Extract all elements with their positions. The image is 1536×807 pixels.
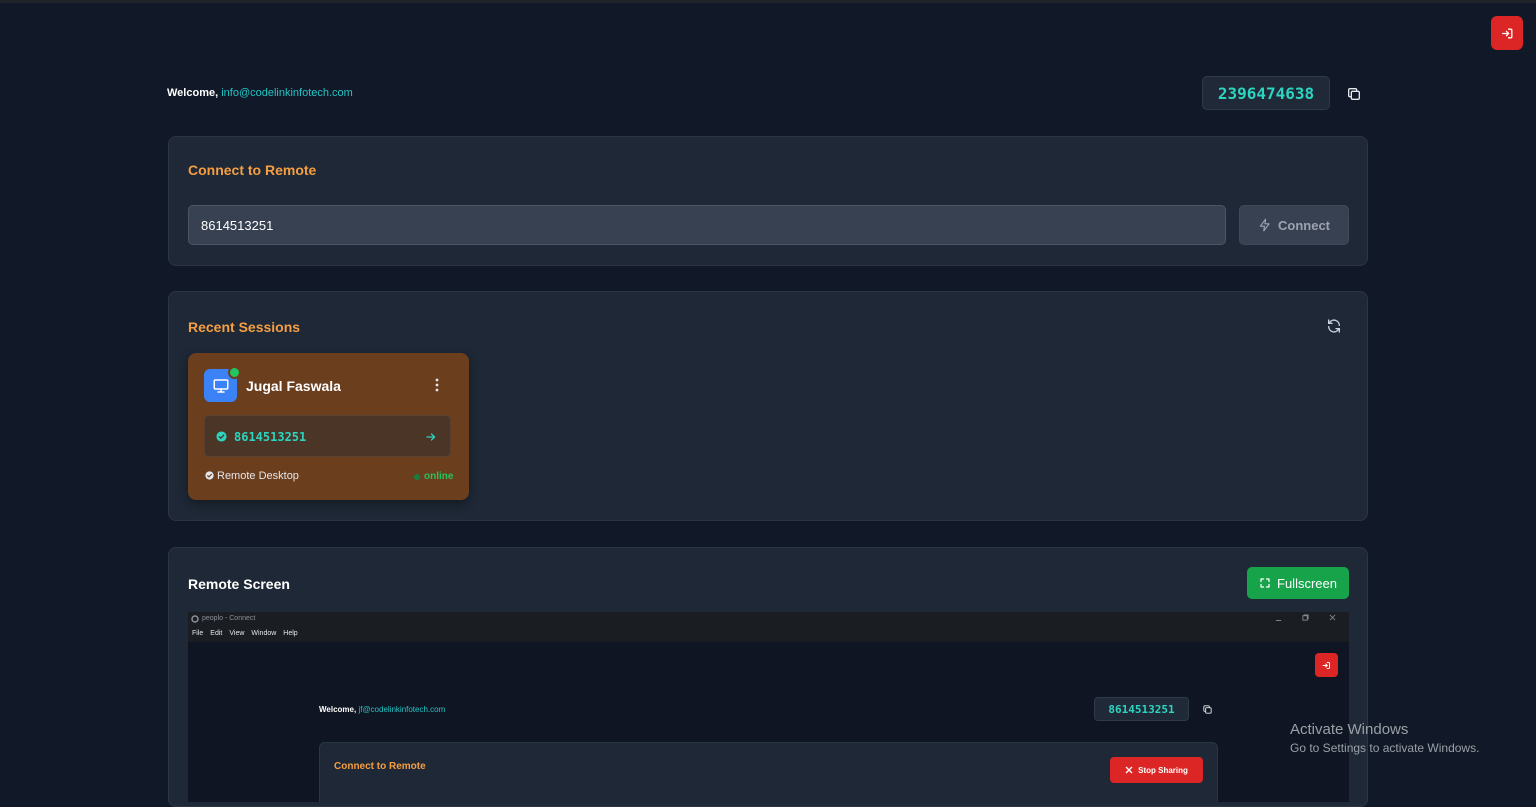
arrow-right-icon[interactable] xyxy=(425,431,437,443)
session-id: 8614513251 xyxy=(234,430,307,444)
remote-screen-title: Remote Screen xyxy=(188,576,290,592)
restore-icon xyxy=(1302,614,1309,621)
logout-icon xyxy=(1501,28,1512,38)
zap-icon xyxy=(1259,218,1270,232)
remote-menu-window: Window xyxy=(251,630,277,637)
session-card[interactable]: Jugal Faswala 8614513251 Remote Desktop … xyxy=(188,353,469,500)
fullscreen-label: Fullscreen xyxy=(1277,575,1337,591)
logout-button[interactable] xyxy=(1491,16,1523,50)
recent-sessions-card: Recent Sessions Jugal Faswala 8614513251… xyxy=(168,291,1368,521)
remote-menu-edit: Edit xyxy=(210,630,223,637)
remote-menu-file: File xyxy=(192,630,204,637)
session-type: Remote Desktop xyxy=(217,470,299,482)
remote-screen-view[interactable]: peoplo - Connect File Edit View Window H… xyxy=(188,612,1349,802)
connect-title: Connect to Remote xyxy=(188,162,317,178)
session-id-row[interactable]: 8614513251 xyxy=(204,415,451,457)
remote-logout-button xyxy=(1315,653,1338,677)
x-icon xyxy=(1125,766,1133,774)
app-icon xyxy=(191,615,199,623)
remote-connect-card: Connect to Remote xyxy=(319,742,1218,802)
stop-sharing-button: Stop Sharing xyxy=(1110,757,1203,783)
maximize-icon xyxy=(1260,578,1270,588)
connect-card: Connect to Remote Connect xyxy=(168,136,1368,266)
watermark-line-1: Activate Windows xyxy=(1290,721,1409,738)
remote-menu-help: Help xyxy=(283,630,298,637)
stop-sharing-label: Stop Sharing xyxy=(1138,765,1188,775)
remote-screen-card: Remote Screen Fullscreen peoplo - Connec… xyxy=(168,547,1368,807)
remote-window-title: peoplo - Connect xyxy=(202,615,256,622)
watermark-line-2: Go to Settings to activate Windows. xyxy=(1290,741,1480,755)
close-icon xyxy=(1329,614,1336,621)
session-name: Jugal Faswala xyxy=(246,378,341,394)
activate-windows-watermark: Activate Windows Go to Settings to activ… xyxy=(1290,721,1479,755)
copy-icon[interactable] xyxy=(1346,86,1362,102)
check-circle-icon xyxy=(205,471,214,480)
remote-menu-bar: File Edit View Window Help xyxy=(192,630,298,637)
remote-user-email: jf@codelinkinfotech.com xyxy=(358,705,446,714)
check-circle-icon xyxy=(216,431,227,442)
refresh-icon[interactable] xyxy=(1326,318,1342,334)
welcome-message: Welcome, info@codelinkinfotech.com xyxy=(167,87,353,99)
connect-button[interactable]: Connect xyxy=(1239,205,1349,245)
copy-icon xyxy=(1203,705,1212,714)
remote-window-titlebar: peoplo - Connect File Edit View Window H… xyxy=(188,612,1349,642)
online-status-dot xyxy=(228,366,241,379)
top-border xyxy=(0,0,1536,3)
remote-connect-title: Connect to Remote xyxy=(334,761,426,772)
logout-icon xyxy=(1322,661,1330,669)
session-status: online xyxy=(424,471,454,482)
connect-button-label: Connect xyxy=(1278,217,1330,233)
remote-id-input[interactable] xyxy=(188,205,1226,245)
remote-my-id: 8614513251 xyxy=(1094,697,1189,721)
monitor-icon xyxy=(213,378,228,393)
fullscreen-button[interactable]: Fullscreen xyxy=(1247,567,1349,599)
remote-menu-view: View xyxy=(229,630,245,637)
my-id-display: 2396474638 xyxy=(1202,76,1330,110)
online-indicator-dot xyxy=(414,474,420,480)
recent-sessions-title: Recent Sessions xyxy=(188,319,301,335)
remote-welcome-label: Welcome, xyxy=(319,705,357,714)
welcome-label: Welcome, xyxy=(167,87,219,99)
user-email: info@codelinkinfotech.com xyxy=(221,87,353,99)
minimize-icon xyxy=(1275,620,1282,621)
more-vertical-icon[interactable] xyxy=(432,377,442,393)
remote-welcome-message: Welcome, jf@codelinkinfotech.com xyxy=(319,705,445,714)
